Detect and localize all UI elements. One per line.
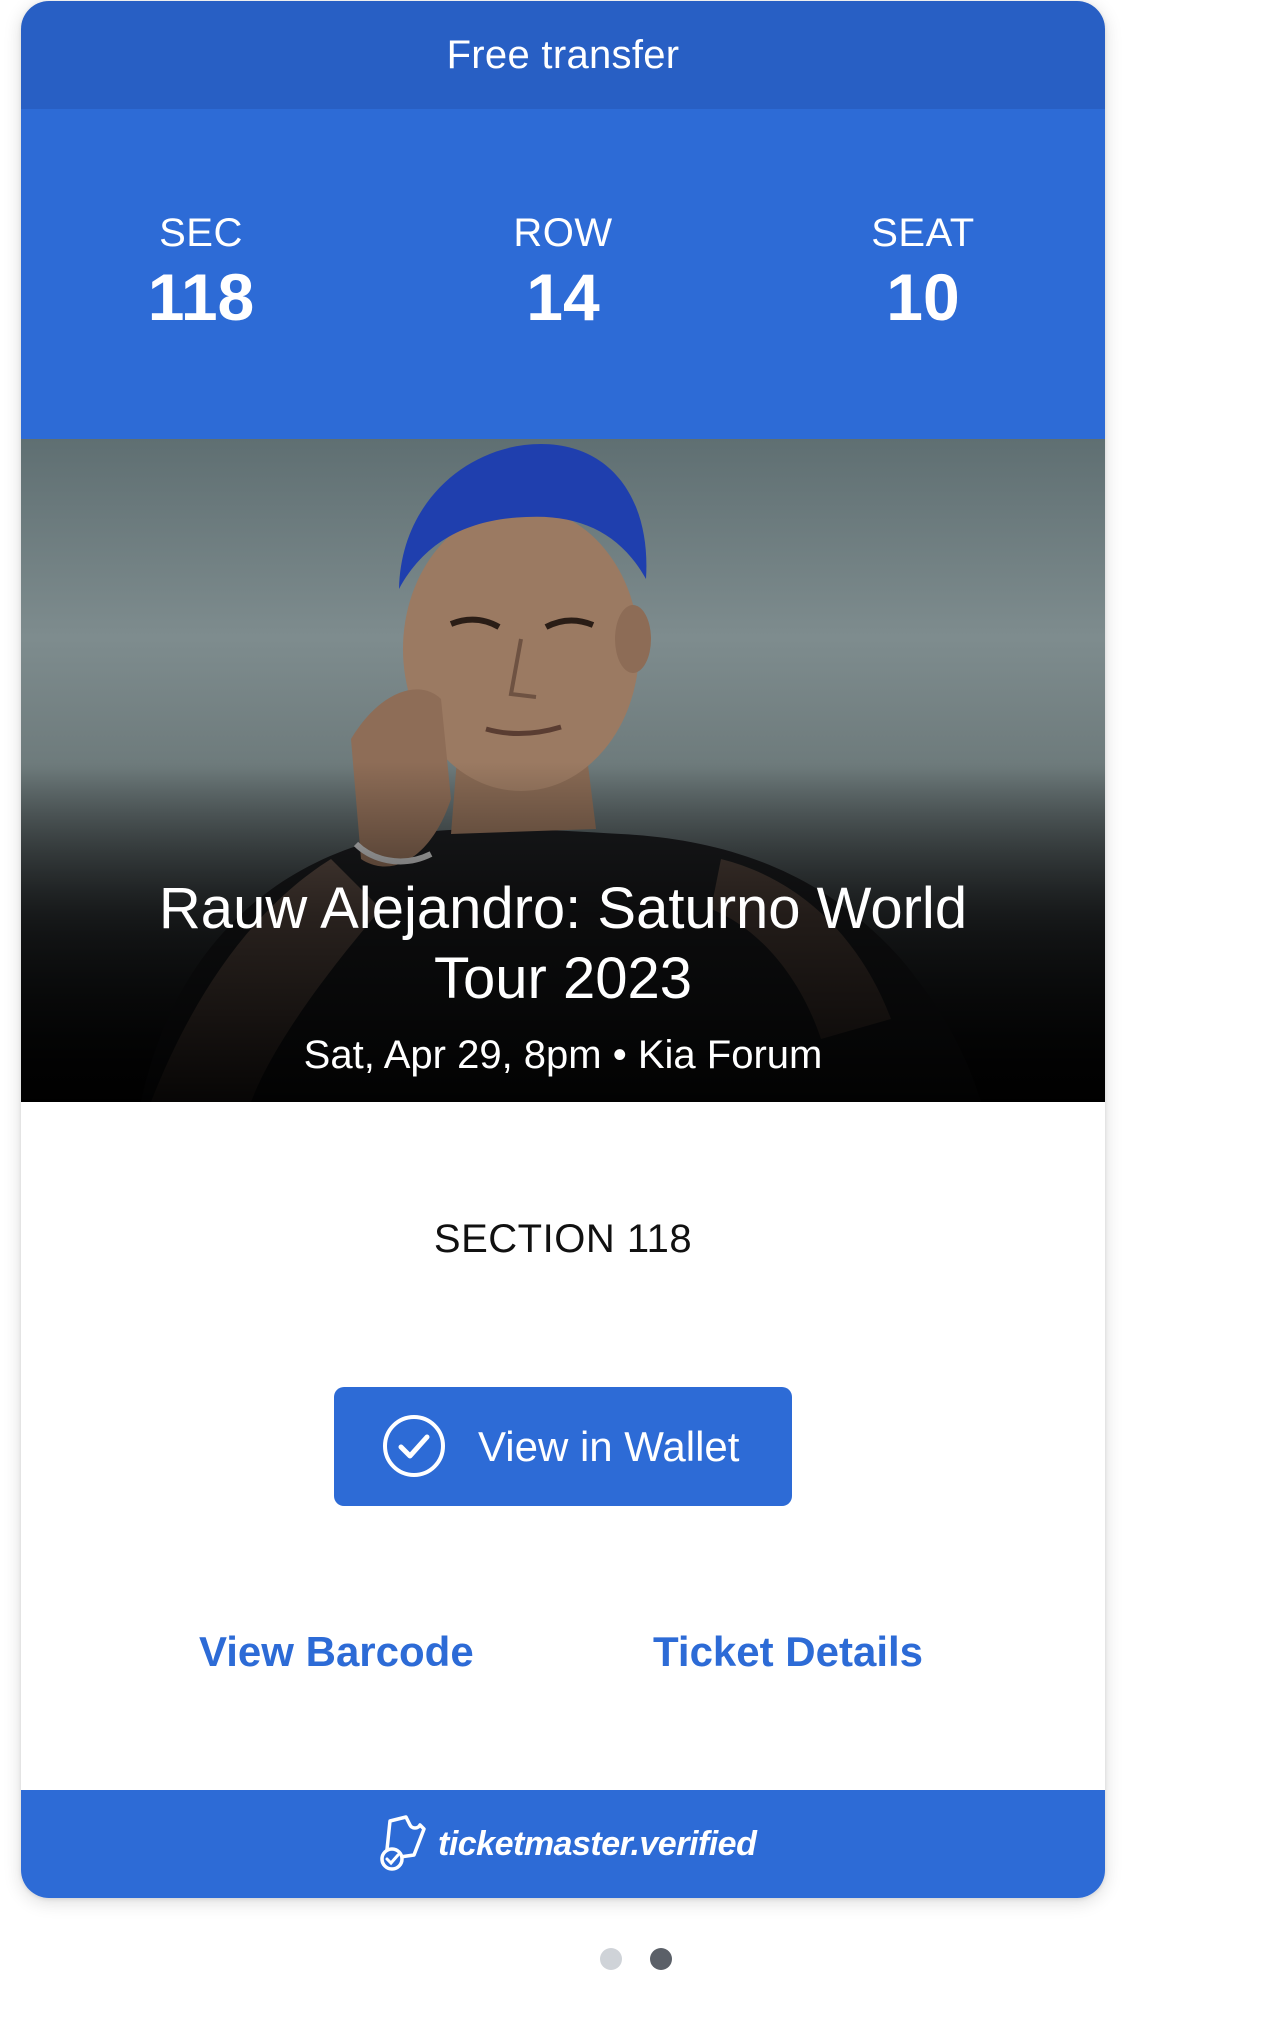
wallet-button-label: View in Wallet (478, 1423, 740, 1470)
ticket-details-link[interactable]: Ticket Details (653, 1624, 923, 1680)
row-label: ROW (513, 211, 613, 255)
seat-label: SEAT (871, 211, 975, 255)
event-date-venue: Sat, Apr 29, 8pm • Kia Forum (303, 1033, 823, 1077)
event-hero-image: Rauw Alejandro: Saturno World Tour 2023 … (21, 439, 1105, 1102)
verified-footer: ticketmaster.verified (21, 1790, 1105, 1898)
seat-info: SEAT 10 (803, 209, 1043, 337)
section-info: SEC 118 (81, 209, 321, 337)
page-dot-2-active[interactable] (650, 1948, 672, 1970)
row-value: 14 (526, 260, 600, 334)
view-in-wallet-button[interactable]: View in Wallet (334, 1387, 792, 1506)
section-value: 118 (147, 260, 255, 334)
page-dot-1[interactable] (600, 1948, 622, 1970)
section-label: SEC (159, 211, 243, 255)
section-heading: SECTION 118 (433, 1217, 693, 1261)
row-info: ROW 14 (443, 209, 683, 337)
transfer-banner: Free transfer (21, 1, 1105, 109)
page-indicator[interactable] (600, 1948, 680, 1972)
check-circle-icon (383, 1415, 445, 1477)
seat-info-panel: SEC 118 ROW 14 SEAT 10 (21, 109, 1105, 439)
verified-logo: ticketmaster.verified (376, 1814, 757, 1874)
seat-value: 10 (886, 260, 960, 334)
brand-wordmark: ticketmaster.verified (438, 1824, 757, 1863)
event-title: Rauw Alejandro: Saturno World Tour 2023 (158, 876, 968, 1011)
ticket-card: Free transfer SEC 118 ROW 14 SEAT 10 Rau… (21, 1, 1105, 1898)
view-barcode-link[interactable]: View Barcode (199, 1624, 474, 1680)
verified-ticket-icon (380, 1815, 426, 1871)
